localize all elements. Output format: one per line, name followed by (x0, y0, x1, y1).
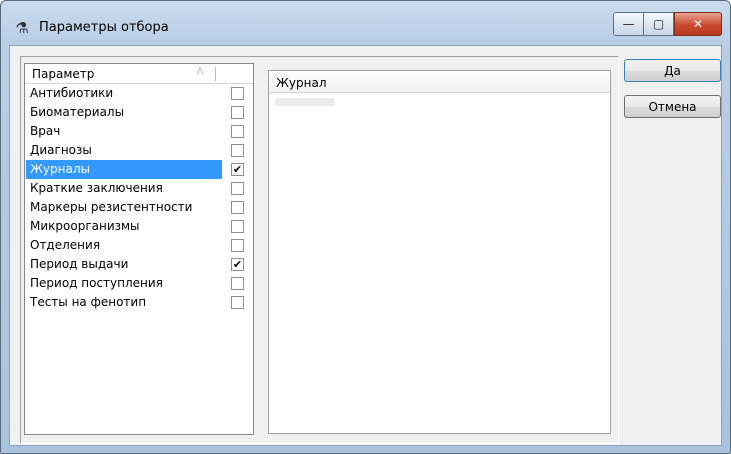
parameter-label: Краткие заключения (30, 181, 163, 195)
maximize-button[interactable]: ▢ (644, 12, 674, 36)
parameter-row[interactable]: Диагнозы (25, 141, 253, 160)
parameter-label: Отделения (30, 238, 101, 252)
window-title: Параметры отбора (39, 20, 169, 35)
parameter-checkbox[interactable] (231, 239, 244, 252)
parameter-label: Антибиотики (30, 86, 114, 100)
maximize-icon: ▢ (652, 17, 665, 31)
parameter-checkbox[interactable] (231, 125, 244, 138)
journal-column-header[interactable]: Журнал (269, 71, 610, 93)
parameter-checkbox[interactable]: ✔ (231, 163, 244, 176)
parameter-label: Маркеры резистентности (30, 200, 193, 214)
title-bar[interactable]: ⚗ Параметры отбора — ▢ ✕ (1, 1, 730, 45)
ok-button[interactable]: Да (624, 59, 721, 82)
parameter-row[interactable]: Краткие заключения (25, 179, 253, 198)
parameter-label: Период выдачи (30, 257, 129, 271)
parameter-checkbox[interactable] (231, 296, 244, 309)
parameter-row[interactable]: Биоматериалы (25, 103, 253, 122)
parameter-row[interactable]: Микроорганизмы (25, 217, 253, 236)
parameter-label: Биоматериалы (30, 105, 125, 119)
parameter-row[interactable]: Тесты на фенотип (25, 293, 253, 312)
parameter-checkbox[interactable]: ✔ (231, 258, 244, 271)
parameter-checkbox[interactable] (231, 182, 244, 195)
minimize-button[interactable]: — (613, 12, 644, 36)
parameter-checkbox[interactable] (231, 220, 244, 233)
parameter-list[interactable]: Параметр /\ Антибиотики Биоматериалы Врач Д… (24, 63, 254, 435)
parameter-column-label: Параметр (32, 67, 95, 81)
parameter-checkbox[interactable] (231, 144, 244, 157)
journal-list[interactable]: Журнал (268, 70, 611, 434)
parameter-label: Диагнозы (30, 143, 92, 157)
cancel-button[interactable]: Отмена (624, 95, 721, 118)
parameter-label: Врач (30, 124, 61, 138)
parameter-label: Тесты на фенотип (30, 295, 147, 309)
column-separator[interactable] (215, 67, 216, 81)
parameter-row[interactable]: Период выдачи ✔ (25, 255, 253, 274)
parameter-label: Период поступления (30, 276, 163, 290)
close-button[interactable]: ✕ (674, 12, 722, 36)
parameter-checkbox[interactable] (231, 87, 244, 100)
journal-column-label: Журнал (276, 76, 327, 90)
parameter-row[interactable]: Отделения (25, 236, 253, 255)
minimize-icon: — (622, 17, 635, 31)
sort-ascending-icon: /\ (197, 67, 204, 77)
parameter-row[interactable]: Журналы ✔ (25, 160, 253, 179)
parameter-row[interactable]: Антибиотики (25, 84, 253, 103)
close-icon: ✕ (692, 17, 704, 31)
journal-row-placeholder (275, 98, 335, 106)
parameter-row[interactable]: Период поступления (25, 274, 253, 293)
parameter-row[interactable]: Маркеры резистентности (25, 198, 253, 217)
parameter-label: Журналы (30, 162, 90, 176)
parameter-row[interactable]: Врач (25, 122, 253, 141)
parameter-checkbox[interactable] (231, 106, 244, 119)
parameter-checkbox[interactable] (231, 277, 244, 290)
parameter-checkbox[interactable] (231, 201, 244, 214)
parameter-column-header[interactable]: Параметр /\ (25, 64, 253, 84)
parameter-label: Микроорганизмы (30, 219, 140, 233)
microscope-icon: ⚗ (15, 19, 29, 37)
